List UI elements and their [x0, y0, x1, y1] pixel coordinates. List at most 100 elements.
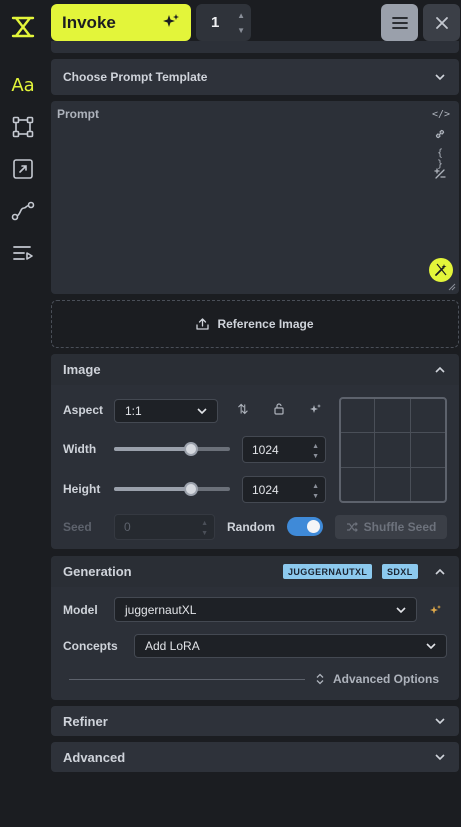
height-input[interactable]: 1024 ▲ ▼: [242, 476, 326, 503]
chevron-down-icon: [396, 606, 406, 613]
resize-handle-icon[interactable]: [448, 283, 456, 291]
model-badge: JUGGERNAUTXL: [283, 564, 373, 579]
height-value: 1024: [252, 482, 279, 497]
image-section-header[interactable]: Image: [51, 354, 459, 385]
width-label: Width: [63, 442, 97, 456]
height-slider-thumb[interactable]: [183, 482, 198, 496]
increment-icon[interactable]: ▲: [201, 520, 208, 527]
toggle-knob: [307, 520, 320, 533]
invoke-button[interactable]: Invoke: [51, 4, 191, 41]
seed-value: 0: [124, 520, 131, 534]
model-label: Model: [63, 603, 98, 617]
decrement-icon[interactable]: ▼: [237, 26, 245, 35]
aspect-label: Aspect: [63, 403, 104, 417]
model-select[interactable]: juggernautXL: [114, 597, 417, 622]
sparkles-icon: [309, 403, 321, 413]
refiner-section-title: Refiner: [63, 713, 108, 729]
generation-section-title: Generation: [63, 564, 132, 579]
concepts-value: Add LoRA: [145, 639, 200, 653]
decrement-icon[interactable]: ▼: [312, 453, 319, 460]
advanced-section-title: Advanced: [63, 749, 126, 765]
reference-image-label: Reference Image: [217, 317, 314, 331]
width-slider[interactable]: [114, 442, 230, 456]
sidebar: Aa: [0, 0, 46, 827]
shuffle-seed-label: Shuffle Seed: [363, 520, 437, 534]
shuffle-seed-button[interactable]: Shuffle Seed: [335, 515, 447, 539]
sidebar-item-workflows[interactable]: [10, 114, 36, 140]
scroll-edge: [51, 41, 459, 53]
add-lora-select[interactable]: Add LoRA: [134, 634, 447, 658]
increment-icon[interactable]: ▲: [312, 483, 319, 490]
sparkles-icon: [163, 14, 179, 27]
image-section-title: Image: [63, 362, 101, 377]
height-label: Height: [63, 482, 101, 496]
decrement-icon[interactable]: ▼: [201, 530, 208, 537]
chevron-down-icon: [426, 643, 436, 650]
prompt-label: Prompt: [57, 107, 99, 121]
width-input[interactable]: 1024 ▲ ▼: [242, 436, 326, 463]
increment-icon[interactable]: ▲: [312, 443, 319, 450]
swap-dimensions-button[interactable]: [234, 400, 252, 418]
optimal-size-button[interactable]: [306, 400, 324, 418]
advanced-options-toggle[interactable]: Advanced Options: [315, 671, 445, 687]
chevron-down-icon: [435, 74, 445, 81]
model-value: juggernautXL: [125, 602, 197, 617]
aspect-select[interactable]: 1:1: [114, 399, 218, 423]
height-slider[interactable]: [114, 482, 230, 496]
height-slider-fill: [114, 487, 191, 491]
path-icon: [11, 201, 35, 221]
prompt-template-select[interactable]: Choose Prompt Template: [51, 59, 459, 95]
prompt-template-label: Choose Prompt Template: [63, 70, 208, 84]
cancel-button[interactable]: [423, 4, 460, 41]
chevron-up-icon: [435, 568, 445, 575]
typography-icon: Aa: [11, 74, 35, 96]
advanced-section-header[interactable]: Advanced: [51, 742, 459, 772]
shuffle-icon: [346, 522, 358, 532]
iterations-value: 1: [211, 14, 220, 31]
magic-wand-icon: [435, 263, 447, 276]
prompt-expand-button[interactable]: [429, 258, 453, 282]
model-settings-button[interactable]: [426, 601, 444, 619]
prompt-textarea[interactable]: Prompt </> { }: [51, 101, 459, 294]
decrement-icon[interactable]: ▼: [312, 493, 319, 500]
resize-icon: [13, 159, 33, 179]
sidebar-item-models[interactable]: [10, 198, 36, 224]
chevron-up-icon: [435, 366, 445, 373]
upload-icon: [196, 318, 210, 330]
braces-icon[interactable]: { }: [432, 148, 448, 170]
sidebar-item-text-to-image[interactable]: Aa: [10, 72, 36, 98]
random-seed-toggle[interactable]: [287, 517, 323, 536]
random-label: Random: [227, 520, 275, 534]
seed-input[interactable]: 0 ▲ ▼: [114, 514, 215, 540]
width-value: 1024: [252, 442, 279, 457]
bounding-box-icon: [12, 116, 34, 138]
sparkles-icon: [429, 604, 441, 614]
invoke-label: Invoke: [62, 12, 116, 32]
base-model-badge: SDXL: [382, 564, 418, 579]
queue-list-icon: [13, 246, 33, 260]
reference-image-dropzone[interactable]: Reference Image: [51, 300, 459, 348]
advanced-options-label: Advanced Options: [333, 672, 440, 686]
sidebar-item-upscaling[interactable]: [10, 156, 36, 182]
refiner-section-header[interactable]: Refiner: [51, 706, 459, 736]
lock-aspect-button[interactable]: [270, 400, 288, 418]
chevron-up-down-icon: [316, 673, 324, 685]
increment-icon[interactable]: ▲: [237, 11, 245, 20]
iterations-stepper[interactable]: 1 ▲ ▼: [196, 4, 251, 41]
menu-button[interactable]: [381, 4, 418, 41]
aspect-value: 1:1: [125, 404, 142, 418]
lock-icon: [274, 403, 284, 415]
invoke-logo-icon[interactable]: [10, 14, 36, 40]
plus-minus-icon[interactable]: [432, 168, 448, 182]
swap-icon: [238, 403, 248, 415]
width-slider-thumb[interactable]: [183, 442, 198, 456]
concepts-label: Concepts: [63, 639, 118, 653]
code-icon[interactable]: </>: [432, 109, 450, 123]
sidebar-item-queue[interactable]: [10, 240, 36, 266]
seed-label: Seed: [63, 520, 92, 534]
link-icon[interactable]: [432, 128, 448, 142]
width-slider-fill: [114, 447, 191, 451]
aspect-preview-grid: [339, 397, 447, 503]
chevron-down-icon: [435, 718, 445, 725]
chevron-down-icon: [435, 754, 445, 761]
